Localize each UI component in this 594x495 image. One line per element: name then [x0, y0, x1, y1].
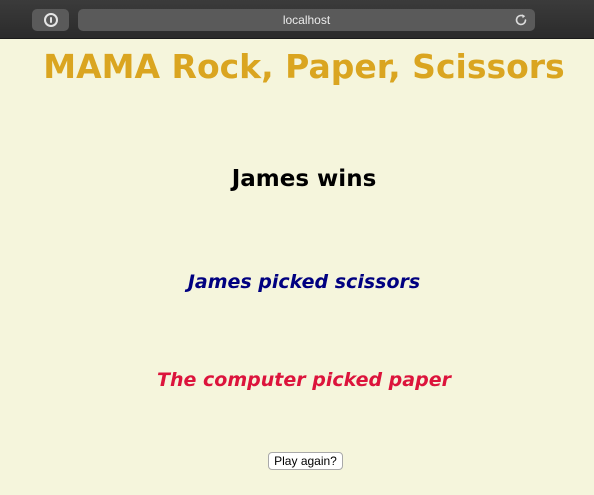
computer-pick-text: The computer picked paper — [157, 369, 451, 391]
page-title: MAMA Rock, Paper, Scissors — [43, 47, 565, 86]
password-manager-icon — [43, 13, 58, 27]
page-content: MAMA Rock, Paper, Scissors James wins Ja… — [0, 39, 594, 495]
browser-toolbar: localhost — [0, 0, 594, 39]
play-again-button[interactable]: Play again? — [268, 452, 343, 470]
address-bar[interactable]: localhost — [78, 9, 535, 31]
player-pick-text: James picked scissors — [187, 271, 421, 293]
result-heading: James wins — [231, 166, 377, 192]
url-text: localhost — [282, 13, 331, 27]
password-manager-button[interactable] — [32, 9, 69, 31]
reload-icon[interactable] — [514, 13, 528, 27]
